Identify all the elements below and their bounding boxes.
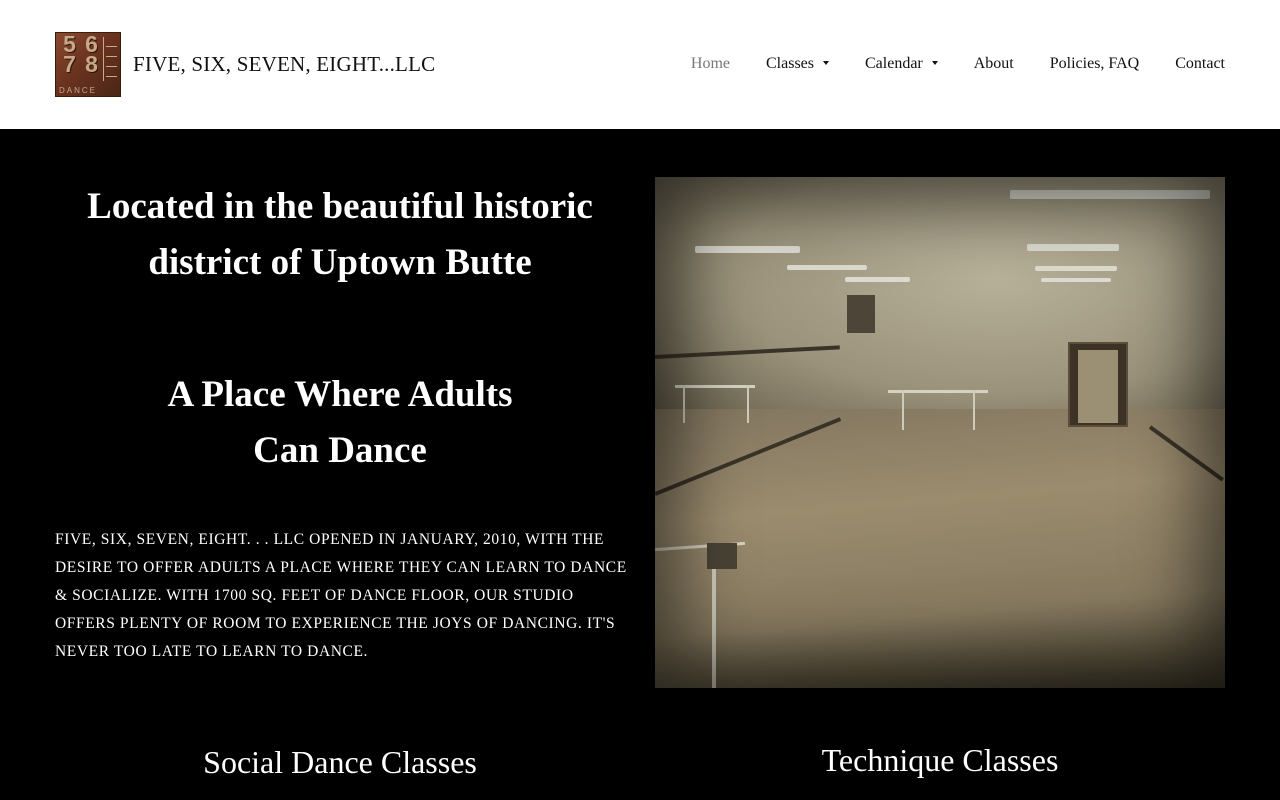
studio-photo — [655, 177, 1225, 688]
logo-digits: 5 6 7 8 — [58, 33, 104, 77]
site-title[interactable]: FIVE, SIX, SEVEN, EIGHT...LLC — [133, 52, 435, 77]
logo-icon[interactable]: 5 6 7 8 DANCE — [55, 32, 121, 97]
nav-about[interactable]: About — [974, 55, 1014, 73]
nav-policies-faq[interactable]: Policies, FAQ — [1050, 55, 1139, 73]
nav-contact[interactable]: Contact — [1175, 55, 1225, 73]
nav-about-label: About — [973, 55, 1014, 72]
nav-contact-label: Contact — [1175, 55, 1225, 72]
nav-calendar[interactable]: Calendar — [865, 55, 938, 73]
nav-home[interactable]: Home — [691, 55, 730, 73]
logo-digit-8: 8 — [85, 51, 98, 77]
nav-policies-faq-label: Policies, FAQ — [1049, 55, 1140, 72]
section-title-social-dance: Social Dance Classes — [203, 744, 477, 780]
logo-word: DANCE — [59, 86, 98, 95]
nav-home-label: Home — [690, 55, 730, 72]
headline-location: Located in the beautiful historic distri… — [87, 186, 593, 283]
logo-bars — [103, 37, 118, 81]
site-header: 5 6 7 8 DANCE FIVE, SIX, SEVEN, EIGHT...… — [0, 0, 1280, 129]
nav-classes[interactable]: Classes — [766, 55, 829, 73]
headline-tagline: A Place Where Adults Can Dance — [167, 374, 513, 471]
nav-calendar-label: Calendar — [865, 55, 923, 72]
nav-classes-label: Classes — [766, 55, 814, 72]
main-nav: Home Classes Calendar About Policies, FA… — [655, 55, 1225, 73]
chevron-down-icon — [823, 61, 829, 65]
intro-text: Five, Six, Seven, Eight. . . LLC opened … — [55, 531, 627, 660]
logo-digit-7: 7 — [63, 51, 76, 77]
section-title-technique: Technique Classes — [821, 742, 1059, 778]
chevron-down-icon — [931, 61, 938, 65]
